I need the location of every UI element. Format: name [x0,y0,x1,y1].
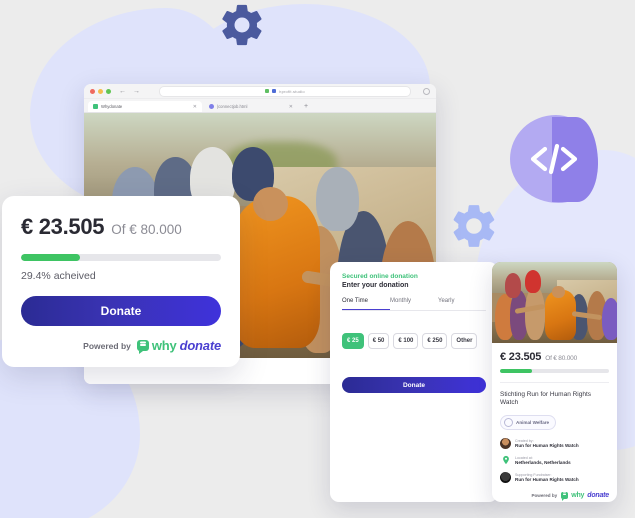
enter-donation-label: Enter your donation [342,282,409,289]
minimize-window-icon[interactable] [98,88,103,94]
forward-arrow-icon[interactable]: → [133,88,140,95]
tree-icon [500,471,511,483]
close-tab-icon[interactable]: ✕ [289,104,293,110]
form-donate-button[interactable]: Donate [342,377,486,393]
site-favicon-icon [272,89,277,93]
amount-chip-100[interactable]: € 100 [393,333,419,349]
campaign-row-located-at: Located at: Netherlands, Netherlands [500,454,609,466]
campaign-row-supporting-fundraiser: Supporting Fundraiser: Run for Human Rig… [500,471,609,483]
summary-progress-fill [21,254,80,261]
logo-why-text: why [151,338,177,353]
amount-chip-25[interactable]: € 25 [342,333,364,349]
profile-avatar-icon[interactable] [423,87,430,95]
amount-chip-50[interactable]: € 50 [367,333,390,349]
category-badge-label: Animal Welfare [516,419,550,425]
lock-icon [265,89,270,93]
browser-tab-whydonate[interactable]: Whydonate ✕ [88,101,202,112]
window-traffic-lights[interactable] [90,88,111,94]
row-text: Located at: Netherlands, Netherlands [515,456,571,465]
tab-one-time[interactable]: One Time [342,298,390,310]
campaign-card-photo [492,262,617,343]
browser-tab-secondary[interactable]: |connectjob.html ✕ [204,101,298,112]
logo-why-text: why [571,491,585,499]
photo-person [524,286,545,340]
photo-monk-head [552,286,565,298]
divider [500,382,609,383]
donate-button[interactable]: Donate [21,296,221,326]
browser-tabstrip: Whydonate ✕ |connectjob.html ✕ + [84,99,436,113]
donation-summary-card: € 23.505 Of € 80.000 29.4% acheived Dona… [2,196,240,367]
gear-icon-secondary [448,200,500,252]
photo-person [602,297,617,340]
address-bar-text: hprofit.studio [279,88,305,94]
tab-yearly[interactable]: Yearly [438,298,486,310]
gear-icon [214,0,270,50]
summary-powered-by: Powered by why donate [21,338,222,354]
tab-label: |connectjob.html [217,104,248,109]
close-window-icon[interactable] [90,88,95,94]
composition-stage: ← → hprofit.studio Whydonate ✕ |connectj… [0,0,635,518]
powered-by-label: Powered by [531,492,558,498]
photo-person [316,166,359,231]
speech-bubble-icon [136,340,149,354]
whydonate-logo: why donate [561,491,609,501]
summary-amount-row: € 23.505 Of € 80.000 [21,214,221,240]
avatar-person-icon [500,437,511,449]
logo-donate-text: donate [179,338,222,353]
photo-person [524,270,541,293]
campaign-row-created-by: Created by: Run for Human Rights Watch [500,437,609,449]
campaign-progress-bar [500,369,609,373]
campaign-title: Stichting Run for Human Rights Watch [500,391,592,407]
close-tab-icon[interactable]: ✕ [193,104,197,110]
photo-monk-head [252,186,289,221]
logo-donate-text: donate [587,491,609,499]
summary-progress-bar [21,254,221,261]
browser-chrome-right [422,87,430,95]
tab-label: Whydonate [101,104,123,109]
code-brackets-icon [510,115,598,203]
summary-achieved-text: 29.4% acheived [21,270,96,282]
amount-chip-250[interactable]: € 250 [422,333,448,349]
category-badge[interactable]: Animal Welfare [500,414,557,430]
powered-by-label: Powered by [83,340,131,351]
location-pin-icon [500,454,511,466]
row-value: Run for Human Rights Watch [515,442,579,448]
campaign-amount-row: € 23.505 Of € 80.000 [500,351,609,363]
whydonate-logo: why donate [136,338,222,354]
row-value: Run for Human Rights Watch [515,476,579,482]
tab-favicon-icon [93,104,98,109]
back-arrow-icon[interactable]: ← [119,88,126,95]
amount-chip-group: € 25 € 50 € 100 € 250 Other [342,333,486,349]
photo-illustration [492,262,617,343]
frequency-tabs: One Time Monthly Yearly [342,298,486,311]
row-text: Created by: Run for Human Rights Watch [515,439,579,448]
address-bar[interactable]: hprofit.studio [159,85,411,97]
tab-monthly[interactable]: Monthly [390,298,438,310]
maximize-window-icon[interactable] [106,88,111,94]
campaign-goal-label: Of € 80.000 [545,355,577,362]
summary-raised-amount: € 23.505 [21,214,105,239]
photo-person [504,273,521,298]
new-tab-button[interactable]: + [300,101,312,112]
campaign-powered-by: Powered by why donate [500,491,609,501]
campaign-detail-card: € 23.505 Of € 80.000 Stichting Run for H… [492,262,617,502]
campaign-raised-amount: € 23.505 [500,351,542,363]
tab-favicon-icon [209,104,214,109]
amount-chip-other[interactable]: Other [451,333,478,349]
row-text: Supporting Fundraiser: Run for Human Rig… [515,473,579,482]
category-icon [504,417,513,427]
speech-bubble-icon [561,492,569,501]
summary-goal-label: Of € 80.000 [111,222,182,237]
campaign-card-body: € 23.505 Of € 80.000 Stichting Run for H… [492,343,617,502]
browser-chrome-bar: ← → hprofit.studio [84,84,436,99]
row-value: Netherlands, Netherlands [515,459,571,465]
donation-form-card: Secured online donation Enter your donat… [330,262,498,502]
browser-navigation[interactable]: ← → [119,88,140,95]
campaign-progress-fill [500,369,533,373]
secured-donation-label: Secured online donation [342,273,418,280]
